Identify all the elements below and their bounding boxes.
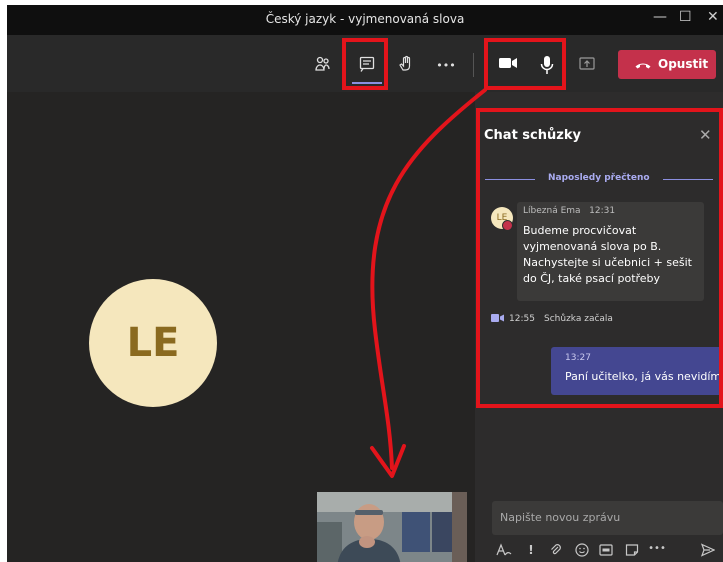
annotation-arrow bbox=[370, 88, 487, 478]
